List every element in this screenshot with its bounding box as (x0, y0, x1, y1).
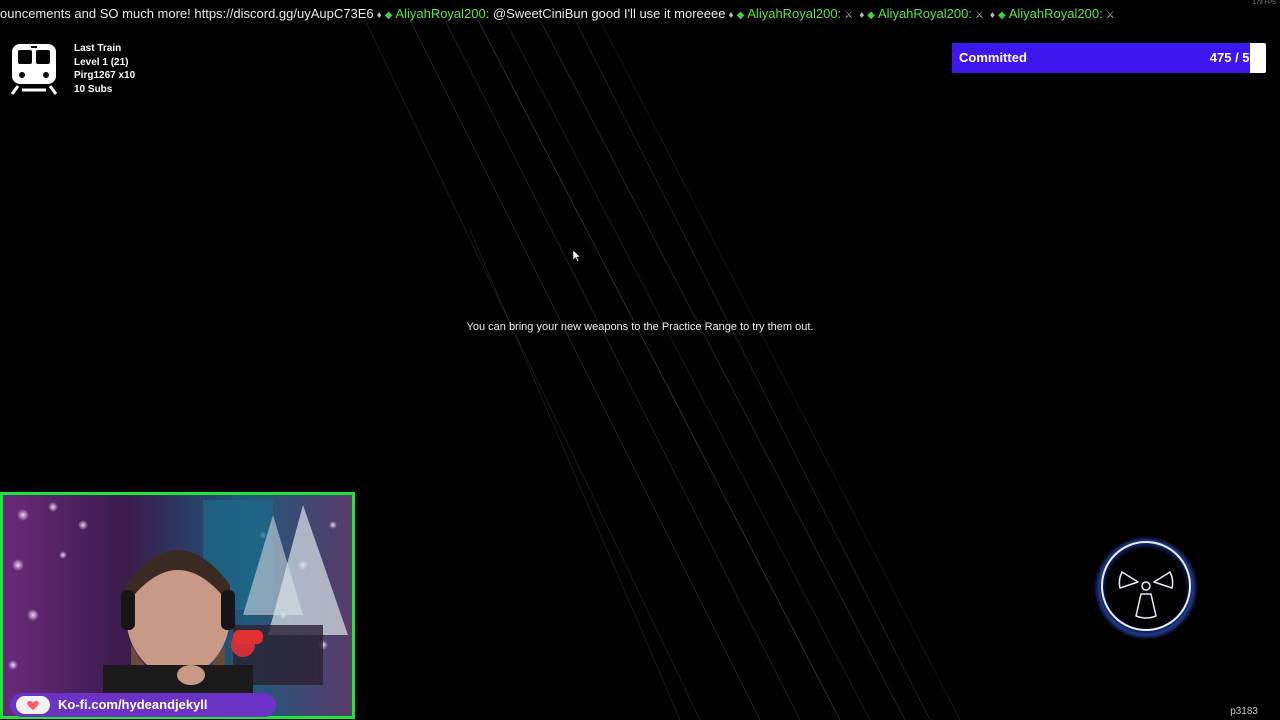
chat-badge-icon: ♦ (728, 10, 734, 21)
game-screen: ouncements and SO much more! https://dis… (0, 0, 1280, 720)
chat-username: AliyahRoyal200: (747, 6, 842, 21)
chat-ticker: ouncements and SO much more! https://dis… (0, 4, 1280, 24)
goal-label: Committed (959, 50, 1027, 65)
goal-progress-bar: Committed 475 / 500 (952, 43, 1266, 73)
train-icon (10, 44, 58, 95)
kofi-link-text: Ko-fi.com/hydeandjekyll (58, 697, 208, 712)
fps-counter: 179 FPS (1252, 0, 1276, 6)
sub-badge-icon: ◆ (384, 10, 393, 21)
kofi-banner[interactable]: Ko-fi.com/hydeandjekyll (10, 693, 276, 717)
sword-emote-icon: ⚔ (1105, 10, 1115, 21)
goal-count: 475 / 500 (1209, 50, 1264, 65)
sword-emote-icon: ⚔ (844, 10, 854, 21)
chat-badge-icon: ♦ (989, 10, 996, 21)
chat-username: AliyahRoyal200: (1008, 6, 1103, 21)
ticker-text: ouncements and SO much more! https://dis… (0, 6, 374, 21)
train-level: Level 1 (21) (74, 56, 129, 68)
webcam-overlay (0, 492, 355, 719)
gameplay-hint: You can bring your new weapons to the Pr… (466, 321, 814, 333)
chat-username: AliyahRoyal200: (395, 6, 490, 21)
kofi-cup-icon (16, 696, 50, 714)
train-subs: 10 Subs (74, 83, 113, 95)
radiation-icon (1094, 536, 1198, 640)
chat-badge-icon: ♦ (376, 10, 382, 21)
train-title: Last Train (74, 43, 122, 54)
sub-badge-icon: ◆ (867, 10, 875, 21)
chat-message: @SweetCiniBun good I'll use it moreeee (489, 6, 726, 21)
mouse-cursor-icon (573, 250, 581, 262)
chat-username: AliyahRoyal200: (878, 6, 972, 21)
webcam-feed (3, 495, 352, 716)
train-goal-widget: Last Train Level 1 (21) Pirg1267 x10 10 … (10, 42, 210, 98)
sub-badge-icon: ◆ (998, 10, 1006, 21)
player-id: p3183 (1230, 706, 1258, 717)
train-conductor: Pirg1267 x10 (74, 70, 136, 81)
chat-badge-icon: ♦ (859, 10, 865, 21)
sword-emote-icon: ⚔ (974, 10, 984, 21)
sub-badge-icon: ◆ (736, 10, 745, 21)
